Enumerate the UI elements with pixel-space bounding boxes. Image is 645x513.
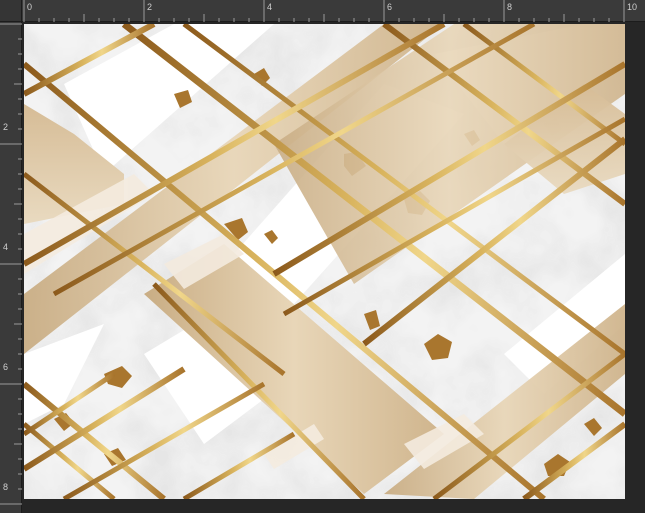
vertical-ruler[interactable]: 2 4 6 8 <box>0 22 22 513</box>
ruler-label-top: 10 <box>627 2 637 12</box>
ruler-label-left: 4 <box>3 242 8 252</box>
artwork-gold-marble-pattern <box>24 24 625 499</box>
document-canvas-area <box>22 22 645 513</box>
ruler-label-top: 6 <box>387 2 392 12</box>
ruler-corner <box>0 0 22 22</box>
ruler-label-top: 4 <box>267 2 272 12</box>
horizontal-ruler[interactable]: 0 2 4 6 8 10 <box>22 0 645 22</box>
ruler-label-left: 8 <box>3 482 8 492</box>
ruler-label-left: 6 <box>3 362 8 372</box>
ruler-label-top: 0 <box>27 2 32 12</box>
ruler-label-top: 8 <box>507 2 512 12</box>
ruler-label-left: 2 <box>3 122 8 132</box>
artboard[interactable] <box>24 24 625 499</box>
ruler-label-top: 2 <box>147 2 152 12</box>
